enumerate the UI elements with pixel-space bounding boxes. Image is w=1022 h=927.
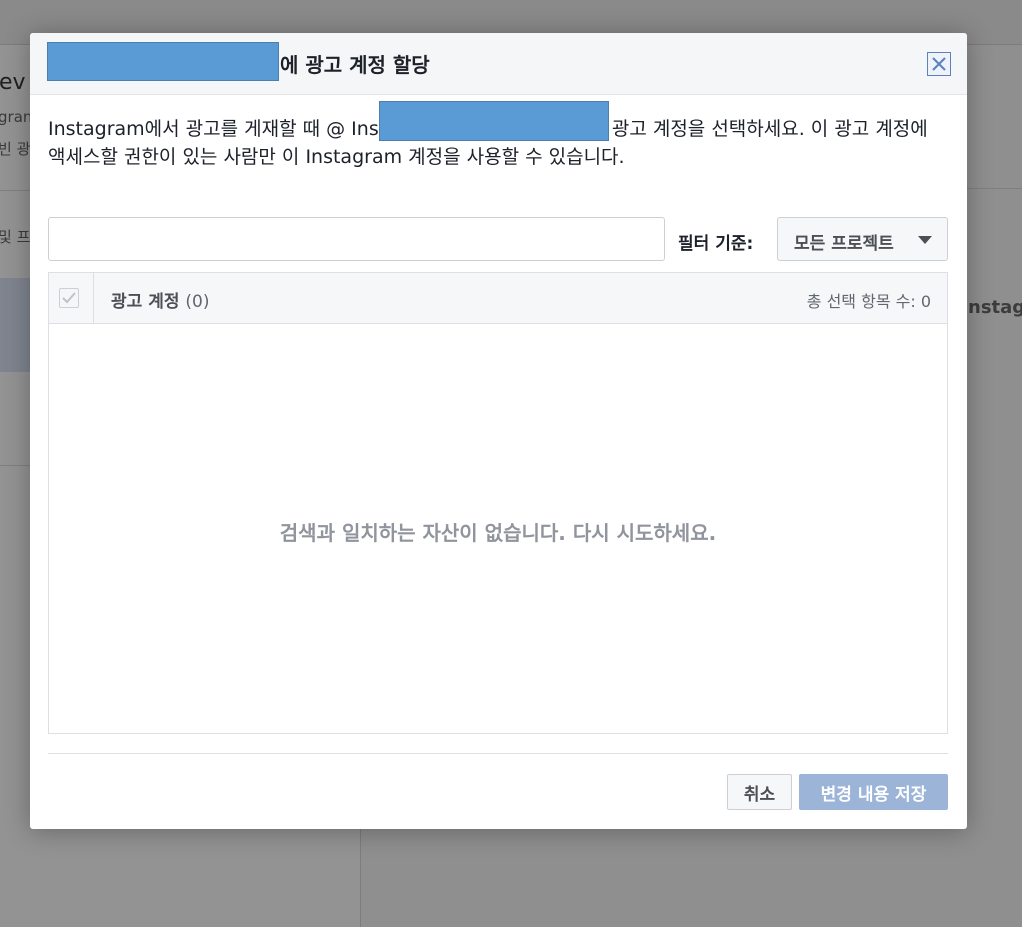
column-header-label: 광고 계정 [111,292,180,312]
dialog-header: 에 광고 계정 할당 [30,33,967,95]
column-header-ad-accounts: 광고 계정 (0) [111,287,210,312]
column-header-count: (0) [185,292,210,312]
background-text-fragment: ev [0,70,26,95]
redacted-instagram-handle [379,101,609,141]
empty-state-message: 검색과 일치하는 자산이 없습니다. 다시 시도하세요. [279,521,717,545]
close-button[interactable] [927,52,951,76]
redacted-account-name [47,42,279,81]
close-icon [932,57,946,71]
project-filter-dropdown[interactable]: 모든 프로젝트 [777,217,948,261]
select-all-cell [49,273,94,323]
background-text-fragment: 빈 광 [0,140,31,158]
check-icon [62,292,76,304]
select-all-checkbox[interactable] [59,288,79,308]
filter-selected-value: 모든 프로젝트 [794,234,894,254]
assign-ad-account-dialog: 에 광고 계정 할당 Instagram에서 광고를 게재할 때 @ Insta… [30,33,967,829]
background-text-fragment: gran [0,108,33,126]
table-header: 광고 계정 (0) 총 선택 항목 수: 0 [49,273,947,324]
dialog-title: 에 광고 계정 할당 [280,53,430,77]
ad-accounts-table: 광고 계정 (0) 총 선택 항목 수: 0 검색과 일치하는 자산이 없습니다… [48,272,948,734]
caret-down-icon [918,236,932,244]
selected-count: 총 선택 항목 수: 0 [806,292,931,311]
filter-label: 필터 기준: [678,234,754,254]
cancel-button[interactable]: 취소 [727,774,792,810]
background-text-fragment: nstag [968,297,1022,318]
footer-divider [48,753,948,754]
search-input[interactable] [48,217,665,261]
save-changes-button[interactable]: 변경 내용 저장 [799,774,948,810]
background-text-fragment: 및 프 [0,228,31,246]
